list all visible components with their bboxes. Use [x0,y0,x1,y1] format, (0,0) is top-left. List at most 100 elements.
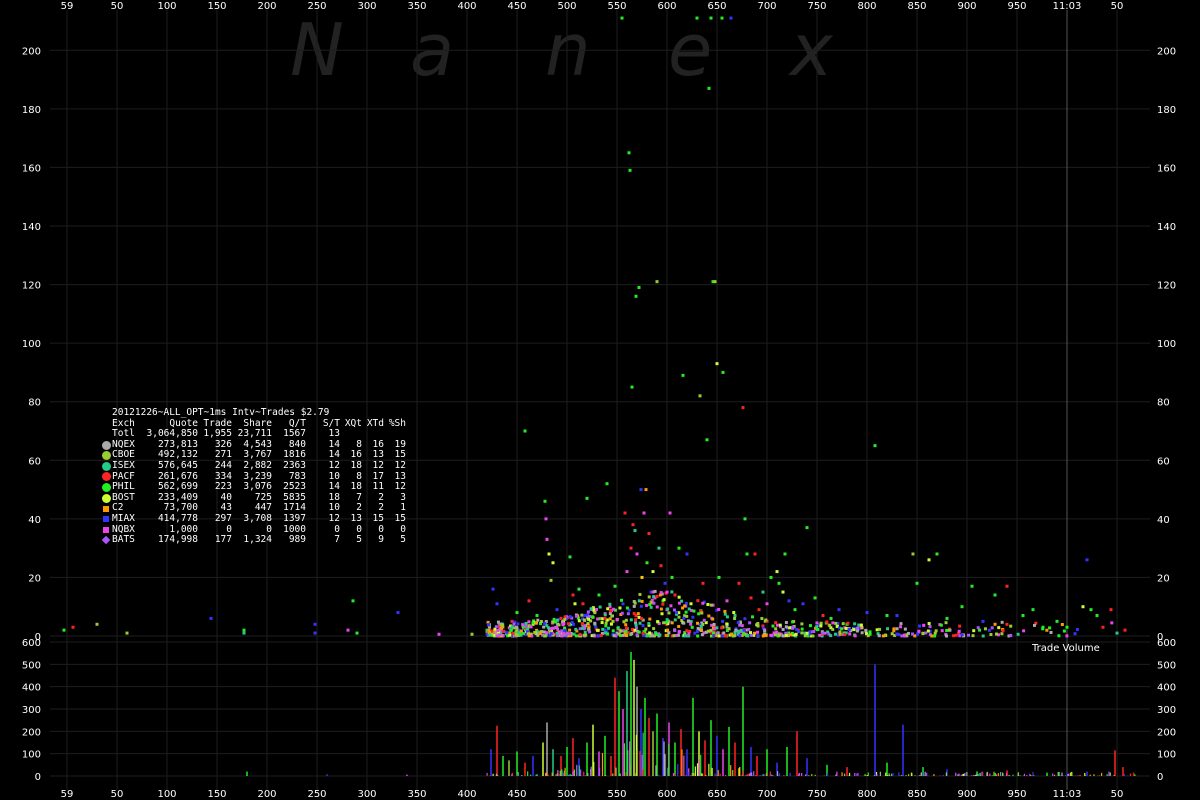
scatter-point [926,629,930,633]
volume-bar [856,774,858,776]
scatter-point [808,624,812,628]
volume-bar [566,746,568,776]
x-tick-label-top: 150 [207,1,226,12]
volume-y-tick-left: 100 [22,750,41,761]
scatter-point [774,621,778,625]
volume-bar [970,775,973,776]
volume-bar [572,738,574,776]
volume-bar [989,773,991,776]
scatter-point [1110,621,1114,625]
scatter-point [1048,626,1052,630]
volume-bar [1006,773,1008,776]
scatter-point [865,611,869,615]
scatter-point [586,610,590,614]
scatter-point [313,622,317,626]
scatter-point [801,602,805,606]
scatter-point [717,575,721,579]
scatter-point [568,615,572,619]
scatter-point [866,634,870,638]
scatter-point [470,632,474,636]
scatter-point [660,612,664,616]
scatter-point [812,630,816,634]
square-marker-icon [100,525,112,536]
volume-bar [573,769,575,776]
scatter-point [584,633,588,637]
scatter-point [630,385,634,389]
scatter-point [515,611,519,615]
volume-bar [808,775,810,776]
stats-exchange-label: BATS [112,534,135,546]
scatter-point [700,611,704,615]
volume-y-tick-right: 500 [1157,660,1176,671]
volume-bar [1053,774,1056,776]
volume-bar [761,775,763,776]
y-tick-label-left: 60 [28,456,41,467]
volume-bar [926,772,928,776]
scatter-point [940,629,944,633]
volume-bar [547,774,549,776]
volume-bar [886,775,888,776]
scatter-point [952,634,956,638]
scatter-point [899,622,903,626]
stats-cell: 18 [350,459,362,471]
scatter-point [649,605,653,609]
volume-bar [564,767,566,776]
scatter-point [568,555,572,559]
volume-bar [490,749,492,776]
scatter-point [733,614,737,617]
volume-bar [587,773,589,776]
x-tick-label-bottom: 900 [957,789,976,800]
x-tick-label-bottom: 50 [111,789,124,800]
volume-bar [981,771,983,776]
scatter-point [930,634,934,638]
scatter-point [125,631,129,635]
scatter-point [723,612,727,616]
volume-bar [492,773,494,776]
scatter-point [737,581,741,585]
stats-rows: NQEX 273,813 326 4,543 840 14 8 16 19 CBOE 492,132… [100,439,406,546]
chart-canvas: Nanex 5959505010010015015020020025025030… [22,1,1176,800]
scatter-point [563,629,567,633]
stats-cell: 13 [350,512,362,524]
volume-bar [496,775,499,776]
scatter-point [545,631,549,635]
scatter-point [725,615,729,619]
scatter-point [638,621,642,625]
scatter-point [1032,623,1036,627]
scatter-point [886,627,890,631]
scatter-point [733,616,737,620]
scatter-point [720,626,724,630]
scatter-point [784,625,788,629]
scatter-point [640,575,644,579]
volume-bar [700,754,702,776]
scatter-point [594,625,598,629]
x-tick-label-bottom: 700 [757,789,776,800]
scatter-point [486,623,490,627]
volume-bar [797,774,800,776]
volume-bar [753,771,755,776]
volume-bar [958,773,960,776]
scatter-point [610,614,614,618]
volume-bar [1089,774,1091,776]
scatter-point [1022,629,1026,633]
volume-bar [836,771,838,776]
scatter-point [805,631,809,635]
scatter-point [685,552,689,556]
scatter-point [784,633,788,637]
scatter-point [815,621,819,625]
y-tick-label-left: 160 [22,163,41,174]
scatter-point [848,632,852,636]
volume-bar [633,659,635,776]
scatter-point [242,628,246,632]
volume-y-tick-right: 600 [1157,638,1176,649]
volume-bar [738,768,740,776]
scatter-point [656,620,660,624]
stats-cell: 12 [372,459,384,471]
volume-bar [708,763,710,776]
scatter-point [601,627,605,631]
scatter-point [677,601,681,605]
y-tick-label-right: 120 [1157,281,1176,292]
x-tick-label-top: 750 [807,1,826,12]
volume-bar [648,717,650,776]
scatter-point [791,620,795,624]
